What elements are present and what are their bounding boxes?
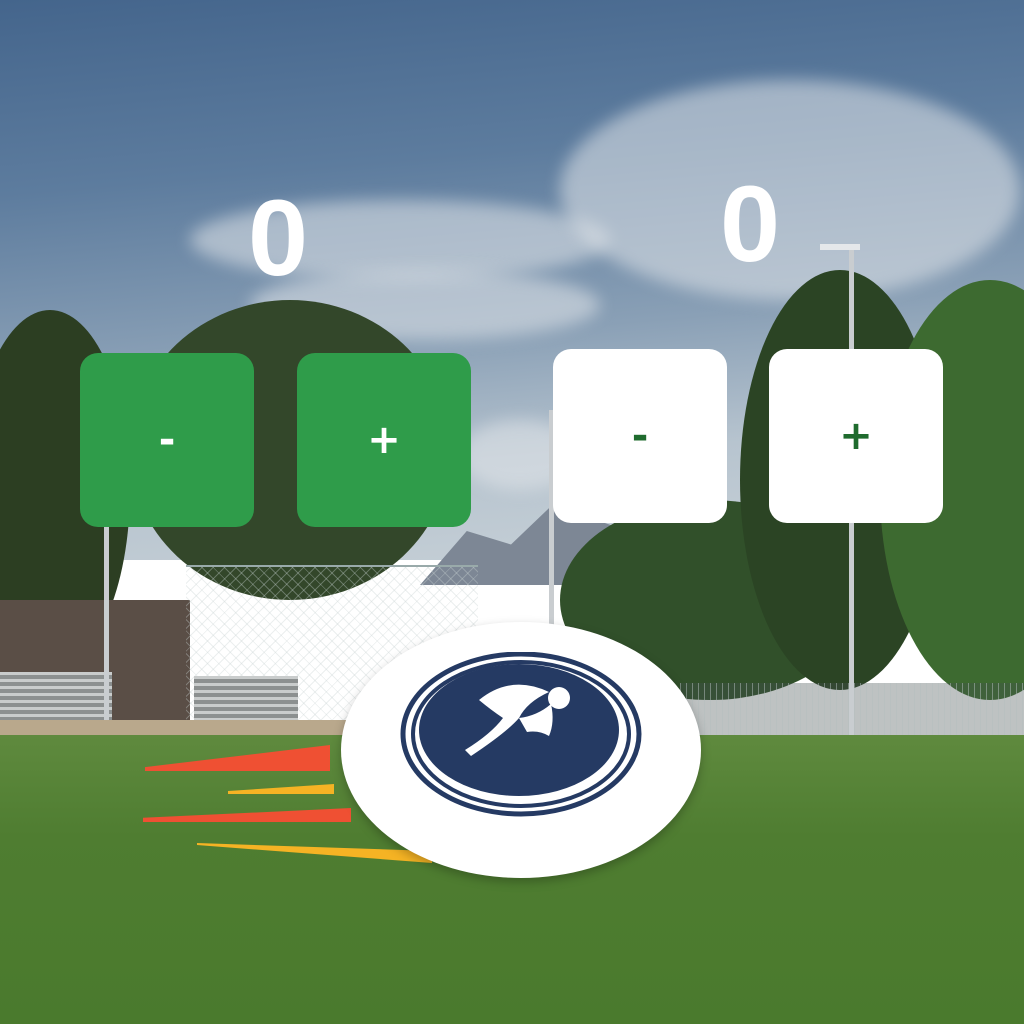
right-team-decrement-button[interactable]: - bbox=[553, 349, 727, 523]
stadium-lamp bbox=[820, 244, 860, 250]
bleacher bbox=[0, 672, 112, 720]
light-pole bbox=[104, 520, 109, 720]
increment-label: + bbox=[367, 417, 401, 463]
increment-label: + bbox=[839, 413, 873, 459]
right-team-score: 0 bbox=[719, 163, 781, 284]
decrement-label: - bbox=[158, 417, 176, 463]
bird-logo-icon bbox=[400, 652, 642, 817]
left-team-score: 0 bbox=[247, 177, 309, 298]
left-team-increment-button[interactable]: + bbox=[297, 353, 471, 527]
decrement-label: - bbox=[631, 413, 649, 459]
bleacher bbox=[194, 676, 298, 720]
left-team-decrement-button[interactable]: - bbox=[80, 353, 254, 527]
right-team-increment-button[interactable]: + bbox=[769, 349, 943, 523]
game-puck[interactable] bbox=[341, 622, 701, 878]
